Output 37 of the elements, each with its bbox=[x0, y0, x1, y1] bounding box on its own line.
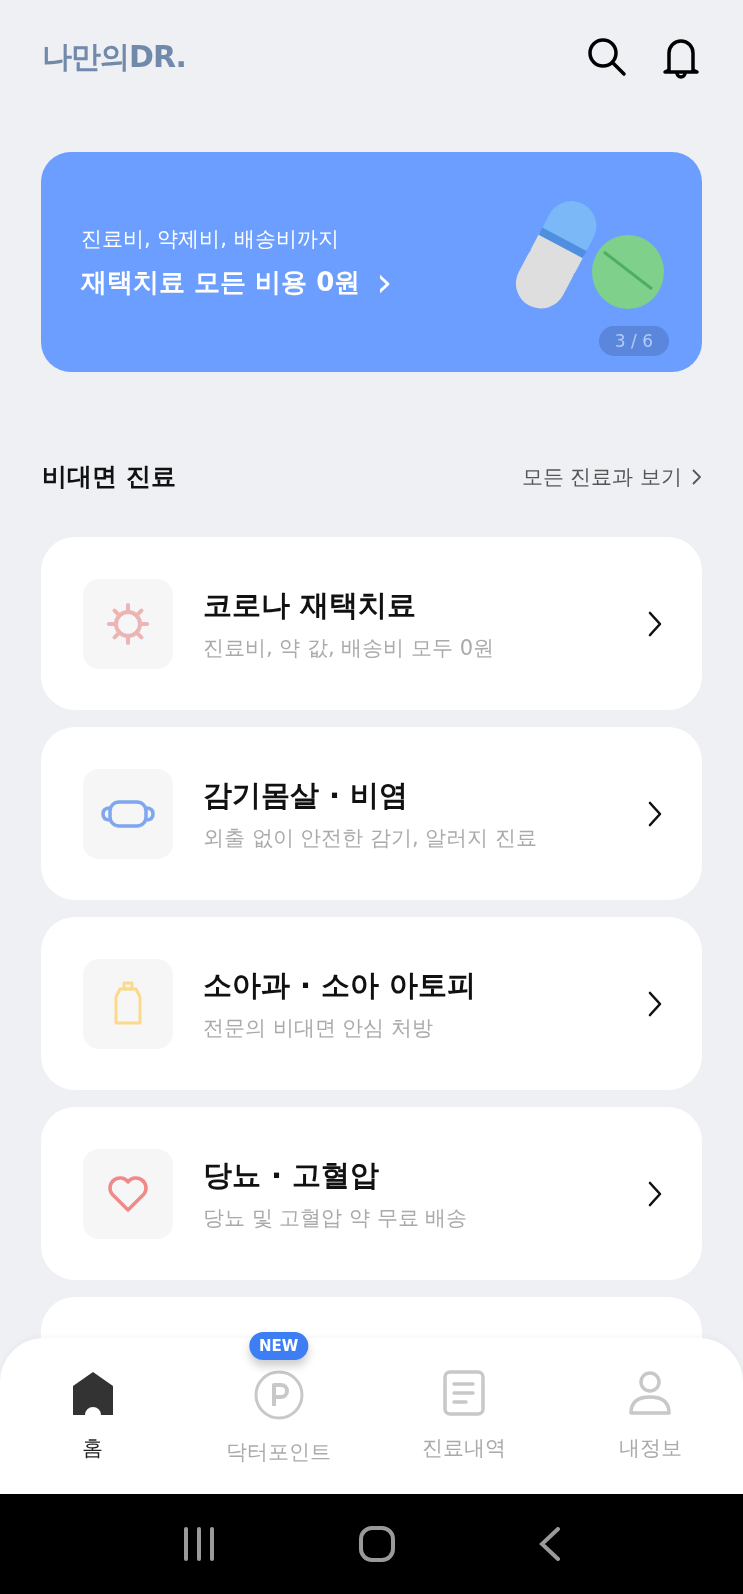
service-title: 코로나 재택치료 bbox=[203, 586, 418, 624]
service-subtitle: 외출 없이 안전한 감기, 알러지 진료 bbox=[203, 824, 539, 852]
virus-icon bbox=[105, 600, 151, 647]
home-button-icon[interactable] bbox=[359, 1526, 396, 1562]
service-subtitle: 진료비, 약 값, 배송비 모두 0원 bbox=[203, 634, 496, 662]
banner-subtitle: 진료비, 약제비, 배송비까지 bbox=[81, 225, 340, 253]
view-all-link[interactable]: 모든 진료과 보기 bbox=[521, 462, 701, 491]
service-subtitle: 전문의 비대면 안심 처방 bbox=[203, 1014, 435, 1042]
chevron-right-icon bbox=[648, 610, 662, 637]
service-title: 당뇨 · 고혈압 bbox=[203, 1156, 381, 1194]
section-title: 비대면 진료 bbox=[42, 461, 176, 493]
banner-chevron: › bbox=[376, 267, 393, 297]
recent-apps-icon[interactable] bbox=[181, 1527, 216, 1561]
service-card[interactable]: 당뇨 · 고혈압 당뇨 및 고혈압 약 무료 배송 bbox=[41, 1107, 702, 1280]
new-badge: NEW bbox=[248, 1332, 309, 1360]
service-title: 소아과 · 소아 아토피 bbox=[203, 966, 478, 1004]
back-icon[interactable] bbox=[539, 1527, 562, 1561]
service-card[interactable]: 코로나 재택치료 진료비, 약 값, 배송비 모두 0원 bbox=[41, 537, 702, 710]
service-subtitle: 당뇨 및 고혈압 약 무료 배송 bbox=[203, 1204, 469, 1232]
banner-title: 재택치료 모든 비용 0원 bbox=[81, 265, 361, 299]
search-icon[interactable] bbox=[587, 37, 627, 77]
mask-icon bbox=[100, 797, 156, 830]
chevron-right-icon bbox=[648, 1180, 662, 1207]
chevron-right-icon bbox=[648, 800, 662, 827]
nav-tab[interactable]: 홈 bbox=[56, 1364, 129, 1470]
chevron-right-icon bbox=[648, 990, 662, 1017]
service-title: 감기몸살 · 비염 bbox=[203, 776, 410, 814]
service-card[interactable]: 소아과 · 소아 아토피 전문의 비대면 안심 처방 bbox=[41, 917, 702, 1090]
profile-icon bbox=[628, 1370, 673, 1416]
chevron-right-icon bbox=[692, 468, 701, 485]
heart-icon bbox=[106, 1173, 150, 1214]
home-icon bbox=[70, 1370, 115, 1416]
app-logo: 나만의DR. bbox=[42, 37, 186, 76]
service-card[interactable]: 감기몸살 · 비염 외출 없이 안전한 감기, 알러지 진료 bbox=[41, 727, 702, 900]
document-icon bbox=[443, 1370, 486, 1416]
slide-counter: 3 / 6 bbox=[598, 326, 669, 356]
points-icon bbox=[253, 1370, 304, 1420]
